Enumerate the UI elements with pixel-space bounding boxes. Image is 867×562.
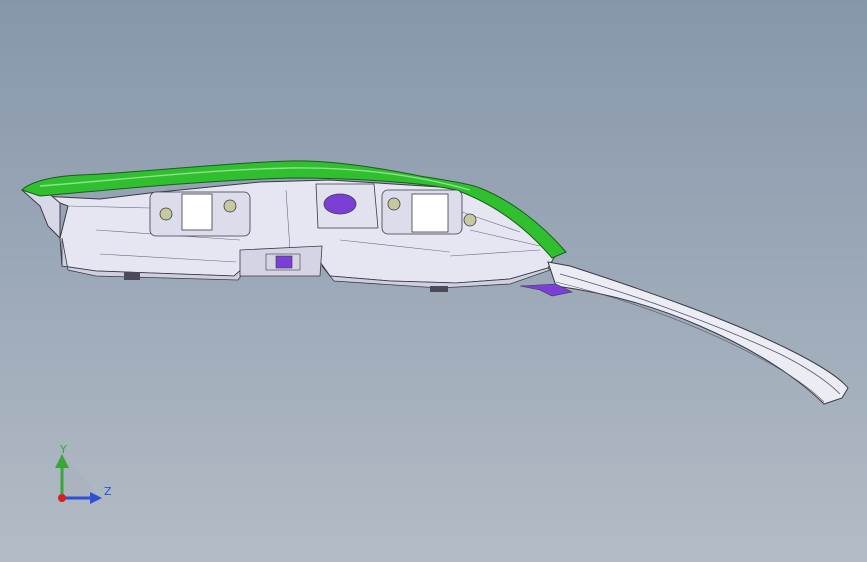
right-mounting-bracket [381, 189, 477, 235]
central-recess [315, 183, 379, 229]
left-mounting-bracket [149, 191, 251, 237]
triad-z-label: Z [104, 485, 112, 498]
triad-axes [55, 452, 102, 504]
cad-3d-viewport[interactable]: Y Z [0, 0, 867, 562]
3d-part-model[interactable] [0, 0, 867, 562]
part-rail-outer-edge [555, 281, 825, 403]
triad-y-label: Y [60, 443, 67, 456]
orientation-triad: Y Z [40, 436, 130, 516]
lower-pocket [239, 245, 323, 277]
